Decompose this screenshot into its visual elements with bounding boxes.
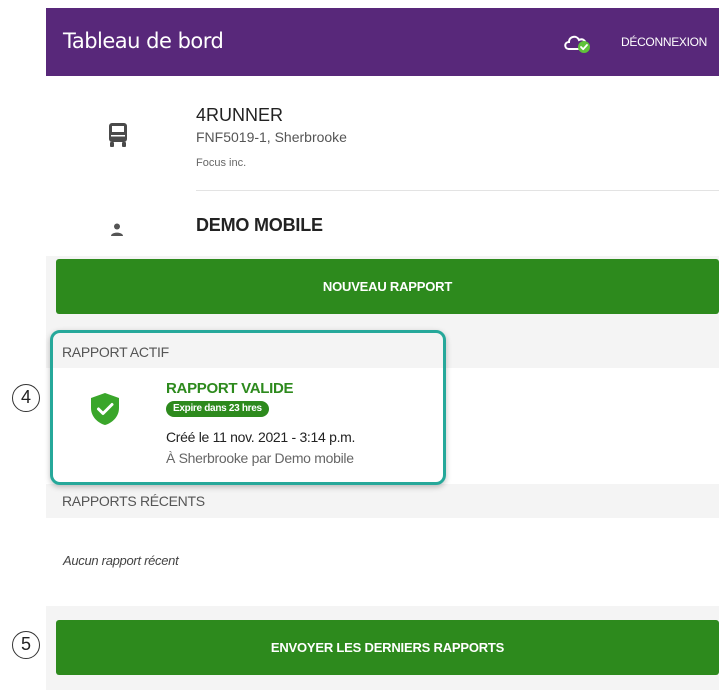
cloud-check-icon[interactable]: [562, 32, 592, 54]
callout-marker: 4: [12, 384, 40, 412]
callout-marker: 5: [12, 631, 40, 659]
divider: [196, 190, 719, 191]
person-icon: [111, 223, 123, 236]
logout-button[interactable]: DÉCONNEXION: [621, 35, 707, 49]
new-report-button[interactable]: NOUVEAU RAPPORT: [56, 259, 719, 314]
vehicle-plate-location: FNF5019-1, Sherbrooke: [196, 129, 347, 145]
empty-state-text: Aucun rapport récent: [63, 553, 179, 568]
vehicle-name: 4RUNNER: [196, 105, 284, 125]
recent-reports-list: Aucun rapport récent: [46, 518, 719, 606]
active-report-highlight: [50, 330, 446, 485]
vehicle-company: Focus inc.: [196, 157, 247, 169]
vehicle-card[interactable]: 4RUNNER FNF5019-1, Sherbrooke Focus inc.…: [46, 76, 719, 256]
driver-name: DEMO MOBILE: [196, 215, 323, 235]
send-reports-button[interactable]: ENVOYER LES DERNIERS RAPPORTS: [56, 620, 719, 675]
page-title: Tableau de bord: [63, 29, 224, 53]
truck-icon: [109, 123, 127, 147]
recent-reports-heading: RAPPORTS RÉCENTS: [62, 493, 205, 509]
top-bar: Tableau de bord DÉCONNEXION: [46, 8, 719, 76]
